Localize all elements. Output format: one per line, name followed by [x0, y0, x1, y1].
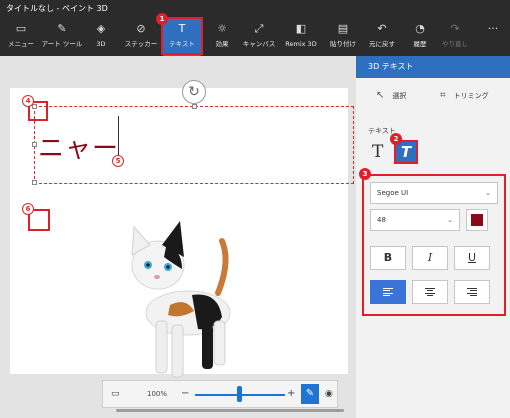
art-tools-button[interactable]: ✎ アート ツール	[40, 18, 84, 56]
horizontal-scrollbar[interactable]	[116, 409, 344, 412]
history-icon: ◔	[415, 22, 425, 35]
align-left-icon	[383, 286, 393, 298]
history-button[interactable]: ◔ 履歴	[406, 18, 434, 56]
cursor-icon: ↖	[376, 90, 385, 101]
more-icon: ···	[487, 22, 499, 35]
cube-icon: ◈	[96, 22, 106, 35]
font-color-button[interactable]	[466, 209, 488, 231]
font-family-dropdown[interactable]: Segoe UI ⌄	[370, 182, 498, 204]
sticker-icon: ⊘	[136, 22, 146, 35]
panel-title: 3D テキスト	[356, 56, 510, 78]
toolbar-ribbon: ▭ メニュー ✎ アート ツール ◈ 3D ⊘ ステッカー T テキスト ☼ 効…	[0, 17, 510, 56]
canvas-icon: ⤢	[254, 22, 264, 35]
title-bar: タイトルなし - ペイント 3D	[0, 0, 510, 18]
redo-button[interactable]: ↷ やり直し	[438, 18, 472, 56]
italic-button[interactable]: I	[412, 246, 448, 270]
undo-button[interactable]: ↶ 元に戻す	[364, 18, 400, 56]
sticker-button[interactable]: ⊘ ステッカー	[122, 18, 160, 56]
more-button[interactable]: ···	[482, 18, 504, 56]
trim-tool[interactable]: ⌗ トリミング	[440, 90, 489, 101]
resize-handle[interactable]	[32, 180, 37, 185]
text-format-group: Segoe UI ⌄ 48 ⌄ B I U	[362, 174, 506, 316]
canvas-text[interactable]: ニャー	[38, 128, 119, 165]
zoom-out-icon[interactable]: −	[181, 381, 189, 407]
paste-icon: ▤	[337, 22, 349, 35]
annotation-box-text-button	[161, 17, 203, 55]
window-title: タイトルなし - ペイント 3D	[6, 4, 108, 13]
workspace: ↻ ニャー 4 5 6 ▭ 100% − + ✎ ◉	[0, 56, 356, 418]
badge-3: 3	[359, 168, 371, 180]
cat-3d-model[interactable]	[110, 193, 260, 408]
side-panel: 3D テキスト ↖ 選択 ⌗ トリミング テキスト T T 2 Segoe UI ⌄…	[356, 56, 510, 418]
align-right-button[interactable]	[454, 280, 490, 304]
zoom-bar: ▭ 100% − + ✎ ◉	[102, 380, 338, 408]
canvas-button[interactable]: ⤢ キャンバス	[240, 18, 278, 56]
align-center-button[interactable]	[412, 280, 448, 304]
resize-handle[interactable]	[32, 142, 37, 147]
remix3d-button[interactable]: ◧ Remix 3D	[282, 18, 320, 56]
paste-button[interactable]: ▤ 貼り付け	[326, 18, 360, 56]
brush-icon: ✎	[57, 22, 67, 35]
badge-5: 5	[112, 155, 124, 167]
effects-button[interactable]: ☼ 効果	[208, 18, 236, 56]
align-left-button[interactable]	[370, 280, 406, 304]
sun-icon: ☼	[217, 22, 227, 35]
align-right-icon	[467, 286, 477, 298]
zoom-in-icon[interactable]: +	[287, 381, 295, 407]
color-swatch	[471, 214, 483, 226]
align-center-icon	[425, 286, 435, 298]
menu-button[interactable]: ▭ メニュー	[4, 18, 38, 56]
2d-text-icon[interactable]: T	[372, 142, 383, 162]
view-3d-icon[interactable]: ◉	[325, 381, 333, 407]
3d-button[interactable]: ◈ 3D	[88, 18, 114, 56]
redo-icon: ↷	[450, 22, 460, 35]
bold-button[interactable]: B	[370, 246, 406, 270]
badge-1: 1	[156, 13, 168, 25]
text-caret	[118, 116, 119, 160]
font-size-dropdown[interactable]: 48 ⌄	[370, 209, 460, 231]
pen-icon[interactable]: ✎	[301, 384, 319, 404]
remix-icon: ◧	[295, 22, 307, 35]
rotate-handle[interactable]: ↻	[182, 80, 206, 104]
chevron-down-icon: ⌄	[447, 216, 453, 224]
resize-handle[interactable]	[192, 104, 197, 109]
zoom-slider-thumb[interactable]	[237, 386, 242, 402]
chevron-down-icon: ⌄	[485, 189, 491, 197]
zoom-value: 100%	[147, 390, 168, 398]
badge-4: 4	[22, 95, 34, 107]
select-tool[interactable]: ↖ 選択	[376, 90, 406, 101]
underline-button[interactable]: U	[454, 246, 490, 270]
folder-icon: ▭	[15, 22, 27, 35]
undo-icon: ↶	[377, 22, 387, 35]
fit-screen-icon[interactable]: ▭	[111, 381, 120, 407]
crop-icon: ⌗	[440, 90, 446, 101]
badge-2: 2	[390, 133, 402, 145]
badge-6: 6	[22, 203, 34, 215]
